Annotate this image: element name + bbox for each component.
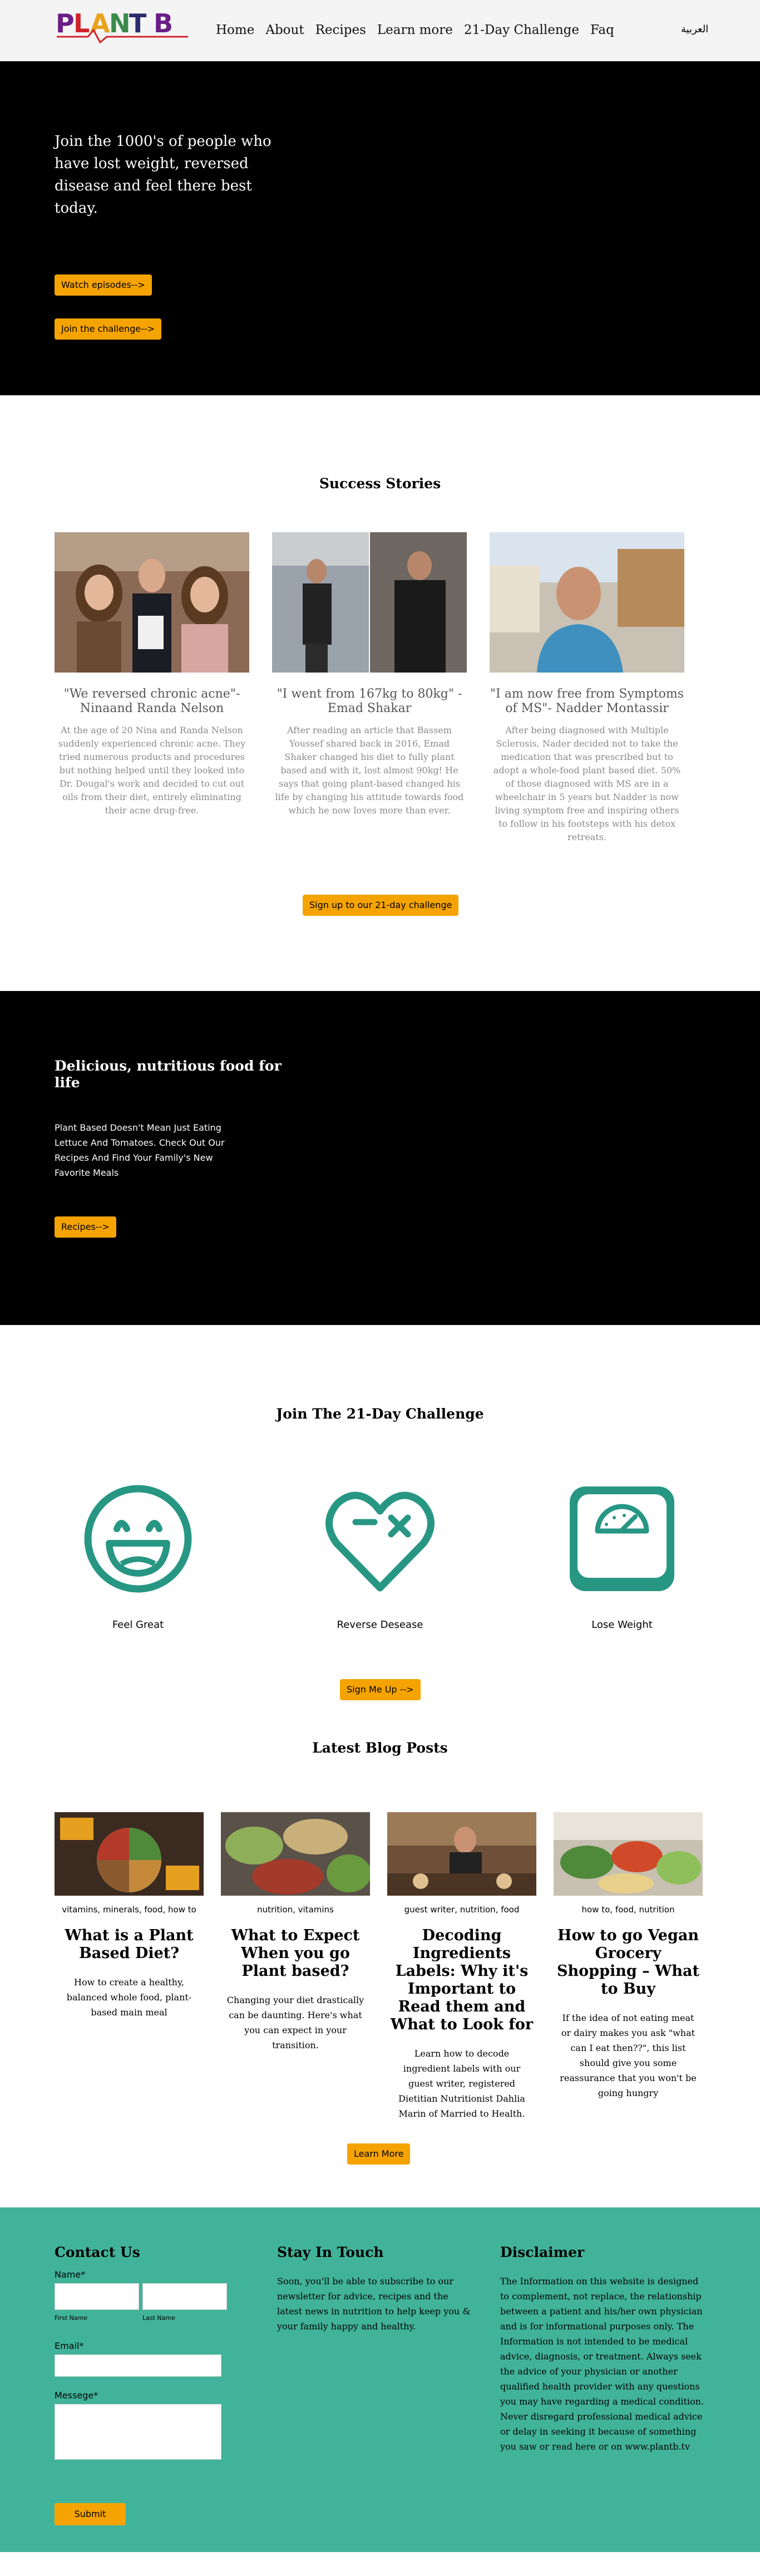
food-text: Plant Based Doesn't Mean Just Eating Let… [55, 1122, 225, 1178]
heart-icon [325, 1491, 435, 1592]
smile-icon [84, 1485, 192, 1593]
story-text: At the age of 20 Nina and Randa Nelson s… [58, 725, 246, 816]
nav-recipes[interactable]: Recipes [315, 23, 366, 37]
blog-post-title[interactable]: What to Expect When you go Plant based? [221, 1927, 370, 1980]
svg-text:P: P [56, 8, 75, 38]
blog-post-image[interactable] [554, 1812, 703, 1896]
submit-button[interactable]: Submit [55, 2503, 126, 2525]
svg-text:A: A [90, 8, 110, 38]
food-section: Delicious, nutritious food for life Plan… [0, 991, 760, 1325]
story-card: "I am now free from Symptoms of MS"- Nad… [490, 532, 684, 844]
blog-post-excerpt: How to create a healthy, balanced whole … [66, 1977, 192, 2018]
hero-text: Join the 1000's of people who have lost … [55, 133, 272, 217]
blog-post-tags[interactable]: vitamins, minerals, food, how to [55, 1905, 204, 1915]
site-header: P L A N T B Home About Recipes Learn mor… [0, 0, 760, 61]
blog-post-excerpt: Learn how to decode ingredient labels wi… [398, 2048, 525, 2119]
last-name-caption: Last Name [142, 2314, 175, 2322]
challenge-item: Feel Great [55, 1483, 221, 1631]
join-challenge-button[interactable]: Join the challenge--> [55, 318, 162, 340]
story-photo-nadder [490, 532, 684, 673]
scale-icon [570, 1486, 674, 1591]
first-name-caption: First Name [55, 2314, 88, 2322]
hero-section: Join the 1000's of people who have lost … [0, 61, 760, 395]
challenge-item: Reverse Desease [297, 1483, 463, 1631]
stay-text: Soon, you'll be able to subscribe to our… [277, 2276, 471, 2332]
learn-more-button[interactable]: Learn More [347, 2143, 411, 2165]
story-card: "I went from 167kg to 80kg" - Emad Shaka… [272, 532, 467, 817]
site-footer: Contact Us Name* First Name Last Name Em… [0, 2207, 760, 2552]
story-photo-nelson [55, 532, 249, 673]
story-card: "We reversed chronic acne"- Ninaand Rand… [55, 532, 249, 817]
blog-post-title[interactable]: How to go Vegan Grocery Shopping – What … [554, 1927, 703, 1998]
blog-post-tags[interactable]: how to, food, nutrition [554, 1905, 703, 1915]
story-photo-emad [272, 532, 467, 673]
blog-post-image[interactable] [221, 1812, 370, 1896]
challenge-label: Lose Weight [591, 1619, 653, 1631]
challenge-section: Join The 21-Day Challenge Feel Great Rev… [0, 1325, 760, 1740]
success-stories-title: Success Stories [319, 475, 441, 492]
blog-section: Latest Blog Posts vitamins, minerals, fo… [0, 1740, 760, 2207]
story-title: "We reversed chronic acne"- Ninaand Rand… [63, 687, 240, 715]
plantb-logo[interactable]: P L A N T B [55, 8, 190, 45]
last-name-input[interactable] [142, 2283, 227, 2310]
story-text: After reading an article that Bassem You… [275, 725, 464, 816]
contact-form: Contact Us Name* First Name Last Name Em… [55, 2244, 233, 2460]
blog-post-title[interactable]: Decoding Ingredients Labels: Why it's Im… [387, 1927, 536, 2034]
sign-up-21-day-button[interactable]: Sign up to our 21-day challenge [303, 895, 459, 916]
nav-21-day-challenge[interactable]: 21-Day Challenge [464, 23, 579, 37]
svg-text:N: N [109, 8, 131, 38]
watch-episodes-button[interactable]: Watch episodes--> [55, 274, 152, 296]
nav-learn-more[interactable]: Learn more [377, 23, 453, 37]
name-label: Name* [55, 2269, 86, 2280]
nav-home[interactable]: Home [216, 23, 254, 37]
blog-title: Latest Blog Posts [312, 1740, 448, 1756]
message-label: Messege* [55, 2390, 98, 2401]
stay-in-touch: Stay In Touch Soon, you'll be able to su… [277, 2244, 472, 2334]
contact-title: Contact Us [55, 2244, 140, 2260]
main-nav: Home About Recipes Learn more 21-Day Cha… [216, 23, 625, 37]
blog-post[interactable]: vitamins, minerals, food, how to What is… [55, 1812, 204, 2020]
disclaimer-text: The Information on this website is desig… [500, 2276, 704, 2452]
svg-text:T: T [129, 8, 147, 38]
challenge-label: Feel Great [112, 1619, 164, 1631]
svg-text:L: L [73, 8, 90, 38]
blog-post-tags[interactable]: guest writer, nutrition, food [387, 1905, 536, 1915]
blog-post[interactable]: nutrition, vitamins What to Expect When … [221, 1812, 370, 2053]
message-textarea[interactable] [55, 2404, 221, 2460]
challenge-title: Join The 21-Day Challenge [276, 1406, 484, 1422]
story-title: "I am now free from Symptoms of MS"- Nad… [490, 687, 684, 715]
blog-post-tags[interactable]: nutrition, vitamins [221, 1905, 370, 1915]
blog-post-title[interactable]: What is a Plant Based Diet? [55, 1927, 204, 1962]
food-title: Delicious, nutritious food for life [55, 1058, 282, 1091]
stay-title: Stay In Touch [277, 2244, 384, 2260]
story-title: "I went from 167kg to 80kg" - Emad Shaka… [277, 687, 462, 715]
blog-post-image[interactable] [55, 1812, 204, 1896]
blog-post-excerpt: If the idea of not eating meat or dairy … [560, 2013, 697, 2098]
blog-post[interactable]: guest writer, nutrition, food Decoding I… [387, 1812, 536, 2121]
nav-about[interactable]: About [265, 23, 304, 37]
email-input[interactable] [55, 2354, 221, 2377]
blog-post-image[interactable] [387, 1812, 536, 1896]
language-switch[interactable]: العربية [681, 23, 708, 35]
challenge-label: Reverse Desease [337, 1619, 423, 1631]
nav-faq[interactable]: Faq [590, 23, 614, 37]
story-text: After being diagnosed with Multiple Scle… [493, 725, 681, 842]
first-name-input[interactable] [55, 2283, 139, 2310]
disclaimer: Disclaimer The Information on this websi… [500, 2244, 706, 2454]
success-stories-section: Success Stories "We reversed chronic acn… [0, 395, 760, 991]
sign-me-up-button[interactable]: Sign Me Up --> [340, 1679, 421, 1700]
email-label: Email* [55, 2341, 84, 2351]
svg-text:B: B [154, 8, 173, 38]
challenge-item: Lose Weight [539, 1483, 705, 1631]
disclaimer-title: Disclaimer [500, 2244, 585, 2260]
blog-post-excerpt: Changing your diet drastically can be da… [226, 1995, 364, 2050]
blog-post[interactable]: how to, food, nutrition How to go Vegan … [554, 1812, 703, 2101]
recipes-button[interactable]: Recipes--> [55, 1216, 116, 1238]
